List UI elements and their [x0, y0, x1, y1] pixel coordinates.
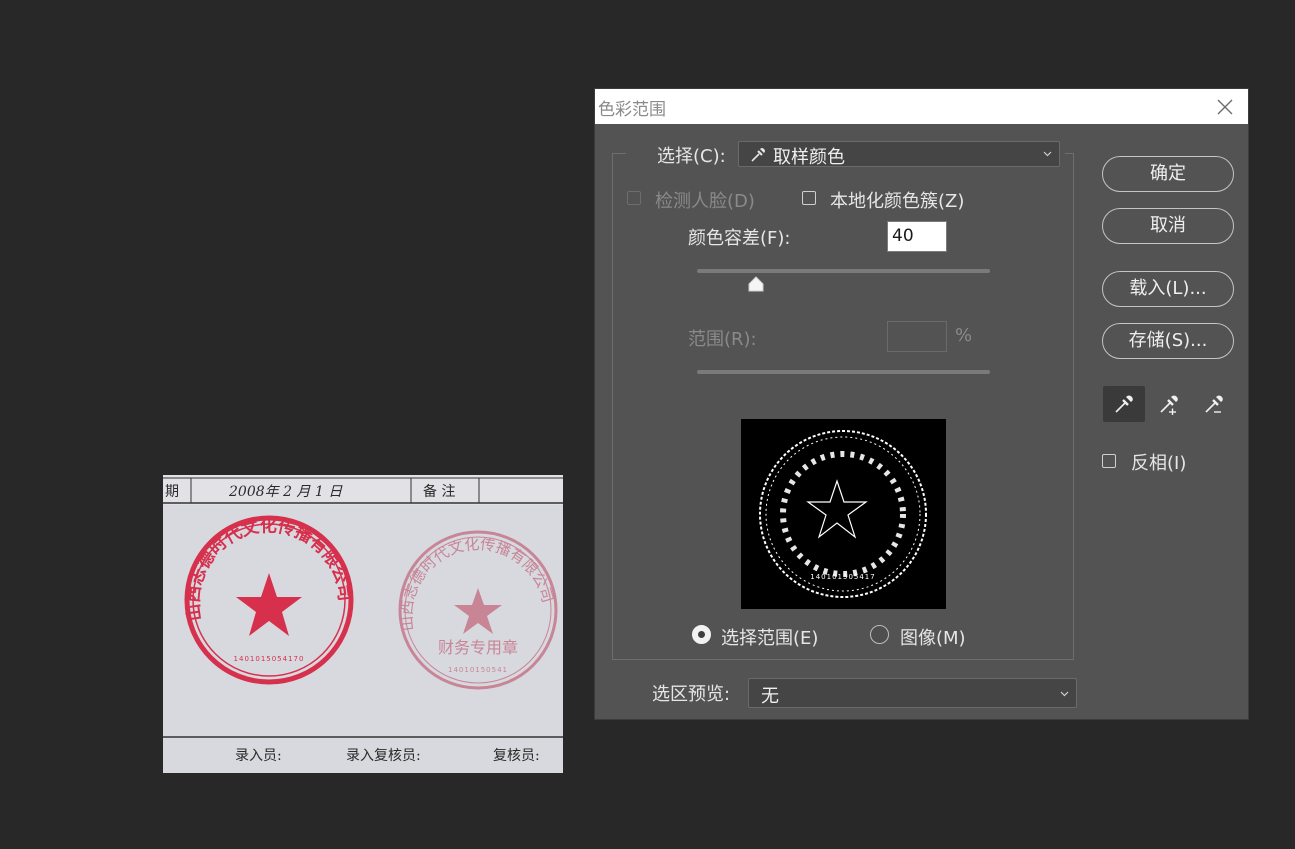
chevron-down-icon: [1043, 151, 1052, 157]
close-icon[interactable]: [1216, 98, 1234, 116]
eyedropper-minus-icon: [1205, 395, 1223, 413]
eyedropper-tool[interactable]: [1103, 386, 1145, 422]
localized-clusters-label: 本地化颜色簇(Z): [830, 191, 965, 212]
select-value: 取样颜色: [773, 147, 845, 168]
remark-header: 备 注: [423, 484, 456, 500]
footer-reviewer: 复核员:: [493, 748, 540, 764]
svg-text:140101505417: 140101505417: [810, 573, 875, 581]
fuzziness-label: 颜色容差(F):: [688, 228, 791, 249]
image-radio-label: 图像(M): [900, 628, 966, 649]
invert-checkbox[interactable]: [1102, 454, 1116, 468]
footer-entry: 录入员:: [235, 748, 282, 764]
selection-preview-image: 140101505417: [741, 419, 946, 609]
dialog-title: 色彩范围: [598, 100, 666, 120]
selection-preview-value: 无: [761, 686, 779, 707]
eyedropper-icon: [1115, 395, 1133, 413]
group-border: [1065, 153, 1074, 154]
range-unit: %: [955, 325, 973, 346]
image-radio[interactable]: [870, 625, 889, 644]
date-header: 期: [165, 484, 179, 500]
save-button[interactable]: 存储(S)...: [1102, 323, 1234, 359]
dialog-titlebar[interactable]: 色彩范围: [595, 89, 1248, 124]
chevron-down-icon: [1060, 691, 1069, 697]
cancel-button[interactable]: 取消: [1102, 208, 1234, 244]
fuzziness-slider-thumb[interactable]: [747, 276, 765, 293]
eyedropper-plus-icon: [1160, 395, 1178, 415]
eyedropper-icon: [751, 148, 765, 162]
localized-clusters-checkbox[interactable]: [802, 191, 816, 205]
load-button[interactable]: 载入(L)...: [1102, 271, 1234, 307]
detect-faces-label: 检测人脸(D): [655, 191, 755, 212]
selection-preview-dropdown[interactable]: 无: [748, 678, 1077, 708]
group-border: [612, 153, 626, 154]
add-to-sample-tool[interactable]: [1148, 386, 1190, 422]
footer-entry-review: 录入复核员:: [346, 748, 421, 764]
svg-text:1401015054170: 1401015054170: [234, 655, 305, 663]
detect-faces-checkbox[interactable]: [627, 191, 641, 205]
fuzziness-slider-track[interactable]: [697, 269, 990, 273]
stamp-right-sub: 财务专用章: [438, 638, 518, 657]
date-text: 2008年 2 月 1 日: [229, 484, 343, 500]
subtract-from-sample-tool[interactable]: [1193, 386, 1235, 422]
svg-text:14010150541: 14010150541: [448, 666, 508, 674]
color-range-dialog: 色彩范围 选择(C): 取样颜色 检测人脸(D) 本地化颜色簇(Z) 颜色容差(…: [594, 88, 1249, 720]
selection-preview-label: 选区预览:: [652, 684, 731, 705]
ok-button[interactable]: 确定: [1102, 156, 1234, 192]
invert-label: 反相(I): [1131, 453, 1187, 474]
range-input[interactable]: [887, 321, 947, 352]
document-illustration: 山西志德时代文化传播有限公司 1401015054170 山西志德时代文化传播有…: [163, 475, 563, 773]
preview-mask: 140101505417: [759, 430, 927, 598]
selection-radio-label: 选择范围(E): [721, 628, 819, 649]
select-dropdown[interactable]: 取样颜色: [738, 141, 1060, 168]
selection-radio[interactable]: [692, 625, 711, 644]
range-label: 范围(R):: [688, 329, 757, 350]
document-image: 山西志德时代文化传播有限公司 1401015054170 山西志德时代文化传播有…: [163, 475, 563, 773]
fuzziness-input[interactable]: 40: [887, 221, 947, 252]
range-slider-track[interactable]: [697, 370, 990, 374]
select-label: 选择(C):: [657, 146, 726, 167]
